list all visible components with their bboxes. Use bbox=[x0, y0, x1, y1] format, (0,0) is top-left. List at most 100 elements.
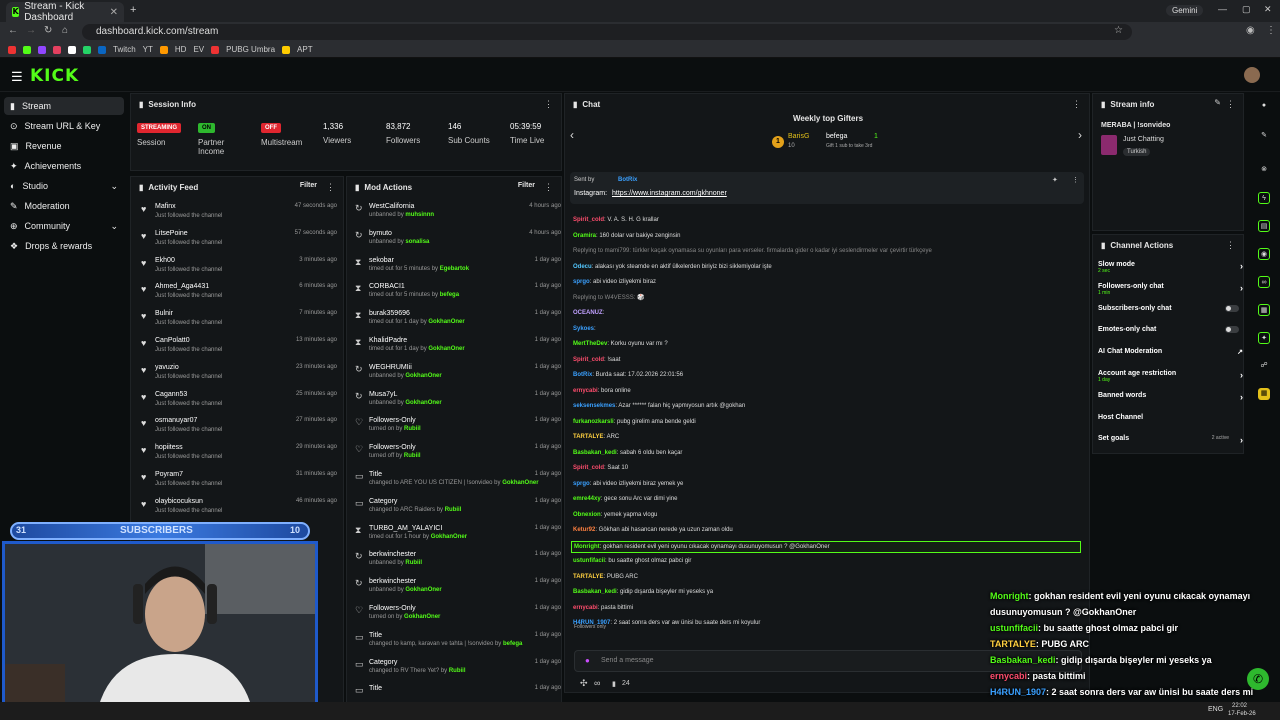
follower-name[interactable]: osmanuyar07 bbox=[155, 417, 197, 424]
activity-row[interactable]: ♥ LitsePoine Just followed the channel 57 s… bbox=[141, 228, 337, 254]
hamburger-menu-icon[interactable]: ☰ bbox=[11, 69, 23, 85]
chat-message[interactable]: sprgo: abi video izliyekmi biraz yemek y… bbox=[573, 479, 1083, 489]
chat-username[interactable]: Obnexion bbox=[573, 512, 601, 518]
mod-action-row[interactable]: ⧗ CORBACI1 timed out for 5 minutes by befe… bbox=[355, 281, 561, 307]
bookmark-icon[interactable] bbox=[83, 45, 91, 54]
moderator-name[interactable]: GokhanOner bbox=[428, 346, 464, 352]
bookmark-folder-yt[interactable]: YT bbox=[143, 45, 153, 54]
follower-name[interactable]: Bulnir bbox=[155, 310, 173, 317]
bookmark-folder-twitch[interactable]: Twitch bbox=[113, 45, 136, 54]
activity-row[interactable]: ♥ Cagann53 Just followed the channel 25 min… bbox=[141, 389, 337, 415]
menu-icon[interactable]: ⋮ bbox=[1266, 25, 1276, 36]
channel-action-row[interactable]: Emotes-only chat bbox=[1098, 326, 1243, 334]
bookmark-icon[interactable] bbox=[8, 45, 16, 54]
chat-username[interactable]: Basbakan_kedi bbox=[573, 450, 617, 456]
mod-target-name[interactable]: Followers-Only bbox=[369, 417, 416, 424]
chat-message[interactable]: Sykoes: bbox=[573, 324, 1083, 334]
settings-icon[interactable]: ✣ bbox=[580, 678, 588, 689]
chat-username[interactable]: ernycabi bbox=[573, 388, 598, 394]
chat-message[interactable]: BotRix: Burda saat: 17.02.2026 22:01:56 bbox=[573, 370, 1083, 380]
channel-action-row[interactable]: Subscribers-only chat bbox=[1098, 304, 1243, 312]
activity-row[interactable]: ♥ Poyram7 Just followed the channel 31 minu… bbox=[141, 469, 337, 495]
mod-target-name[interactable]: sekobar bbox=[369, 257, 394, 264]
link-icon[interactable]: ∞ bbox=[594, 678, 600, 688]
clock-time[interactable]: 22:02 bbox=[1232, 703, 1247, 709]
moderator-name[interactable]: Egebartok bbox=[440, 266, 469, 272]
chat-username[interactable]: Monright bbox=[574, 544, 600, 550]
activity-row[interactable]: ♥ Ekh00 Just followed the channel 3 minutes… bbox=[141, 255, 337, 281]
channel-action-row[interactable]: AI Chat Moderation ↗ bbox=[1098, 348, 1243, 356]
mod-action-row[interactable]: ▭ Category changed to RV There Yet? by Rub… bbox=[355, 657, 561, 683]
mod-action-row[interactable]: ♡ Followers-Only turned on by Rubiil 1 day … bbox=[355, 415, 561, 441]
more-options-icon[interactable]: ⋮ bbox=[544, 182, 553, 193]
moderator-name[interactable]: Rubiil bbox=[405, 560, 422, 566]
mod-action-row[interactable]: ⧗ burak359696 timed out for 1 day by Gokha… bbox=[355, 308, 561, 334]
chat-username[interactable]: BotRix bbox=[573, 372, 592, 378]
chat-message[interactable]: emre44xy: gece sonu Arc var dimi yine bbox=[573, 494, 1083, 504]
chat-message[interactable]: Spirit_cold: Saat 10 bbox=[573, 463, 1083, 473]
chat-message[interactable]: Ketur92: Gökhan abi hasancan nerede ya u… bbox=[573, 525, 1083, 535]
mod-target-name[interactable]: Title bbox=[369, 632, 382, 639]
mod-action-row[interactable]: ♡ Followers-Only turned on by GokhanOner 1 … bbox=[355, 603, 561, 629]
follower-name[interactable]: LitsePoine bbox=[155, 230, 188, 237]
moderator-name[interactable]: befega bbox=[503, 641, 522, 647]
chat-username[interactable]: Basbakan_kedi bbox=[573, 589, 617, 595]
mod-target-name[interactable]: Followers-Only bbox=[369, 605, 416, 612]
chat-message[interactable]: Oramira: 160 dolar var bakiye zenginsin bbox=[573, 231, 1083, 241]
bookmark-icon[interactable] bbox=[159, 45, 168, 54]
close-window-icon[interactable]: ✕ bbox=[1264, 4, 1272, 15]
sidebar-item-moderation[interactable]: ✎ Moderation bbox=[4, 197, 124, 215]
people-icon[interactable]: ☍ bbox=[1258, 360, 1270, 372]
bookmark-icon[interactable] bbox=[68, 45, 76, 54]
moderator-name[interactable]: Rubiil bbox=[449, 668, 466, 674]
more-options-icon[interactable]: ⋮ bbox=[326, 182, 335, 193]
chat-bubble-icon[interactable]: ◉ bbox=[1258, 248, 1270, 260]
toggle-switch[interactable] bbox=[1225, 304, 1239, 312]
bookmark-folder-ev[interactable]: EV bbox=[193, 45, 204, 54]
info-icon[interactable]: ● bbox=[1258, 100, 1270, 112]
chat-username[interactable]: Spirit_cold bbox=[573, 465, 604, 471]
profile-icon[interactable]: ◉ bbox=[1246, 25, 1255, 36]
mod-target-name[interactable]: Musa7yL bbox=[369, 391, 397, 398]
mod-target-name[interactable]: KhalidPadre bbox=[369, 337, 407, 344]
chat-username[interactable]: ustunfifacii bbox=[573, 558, 605, 564]
external-link-icon[interactable]: ↗ bbox=[1237, 348, 1243, 356]
chat-username[interactable]: Oramira bbox=[573, 233, 596, 239]
pin-bot-name[interactable]: BotRix bbox=[618, 177, 637, 183]
mod-target-name[interactable]: CORBACI1 bbox=[369, 283, 405, 290]
chat-message[interactable]: furkanozkarsli: pubg girelim ama bende g… bbox=[573, 417, 1083, 427]
chat-username[interactable]: MertTheDev bbox=[573, 341, 607, 347]
pin-icon[interactable]: ✦ bbox=[1052, 176, 1058, 184]
moderator-name[interactable]: Rubiil bbox=[445, 507, 462, 513]
moderator-name[interactable]: GokhanOner bbox=[404, 614, 440, 620]
activity-row[interactable]: ♥ yavuzio Just followed the channel 23 minu… bbox=[141, 362, 337, 388]
channel-action-row[interactable]: Followers-only chat 1 min › bbox=[1098, 283, 1243, 296]
moderator-name[interactable]: muhsinnn bbox=[405, 212, 434, 218]
channel-action-row[interactable]: Set goals 2 active › bbox=[1098, 435, 1243, 445]
mod-action-row[interactable]: ▭ Category changed to ARC Raiders by Rubii… bbox=[355, 496, 561, 522]
mod-action-row[interactable]: ↻ WestCalifornia unbanned by muhsinnn 4 hou… bbox=[355, 201, 561, 227]
maximize-icon[interactable]: ▢ bbox=[1242, 4, 1251, 15]
toggle-switch[interactable] bbox=[1225, 326, 1239, 334]
follower-name[interactable]: hopiitess bbox=[155, 444, 183, 451]
moderator-name[interactable]: befega bbox=[440, 292, 459, 298]
user-avatar[interactable] bbox=[1244, 67, 1260, 83]
follower-name[interactable]: olaybicocuksun bbox=[155, 498, 203, 505]
bookmark-star-icon[interactable]: ☆ bbox=[1114, 25, 1123, 36]
mod-action-row[interactable]: ↻ berkwinchester unbanned by GokhanOner 1 d… bbox=[355, 576, 561, 602]
chat-username[interactable]: sprgo bbox=[573, 279, 590, 285]
mod-target-name[interactable]: berkwinchester bbox=[369, 578, 416, 585]
clip-icon[interactable]: ▤ bbox=[1258, 220, 1270, 232]
bookmark-icon[interactable] bbox=[98, 45, 106, 54]
chat-message[interactable]: Replying to W4VESSS: 🎲 bbox=[573, 293, 1083, 303]
edit-icon[interactable]: ✎ bbox=[1214, 98, 1221, 107]
chat-username[interactable]: Ketur92 bbox=[573, 527, 595, 533]
activity-row[interactable]: ♥ Ahmed_Aga4431 Just followed the channel 6… bbox=[141, 281, 337, 307]
chat-username[interactable]: furkanozkarsli bbox=[573, 419, 614, 425]
bookmark-icon[interactable] bbox=[211, 45, 220, 54]
bookmark-folder-hd[interactable]: HD bbox=[175, 45, 187, 54]
gifter-name[interactable]: BarisG bbox=[788, 133, 809, 140]
sidebar-item-studio[interactable]: ◐ Studio ⌄ bbox=[4, 177, 124, 195]
save-icon[interactable]: ▦ bbox=[1258, 304, 1270, 316]
chat-message[interactable]: ernycabi: bora online bbox=[573, 386, 1083, 396]
